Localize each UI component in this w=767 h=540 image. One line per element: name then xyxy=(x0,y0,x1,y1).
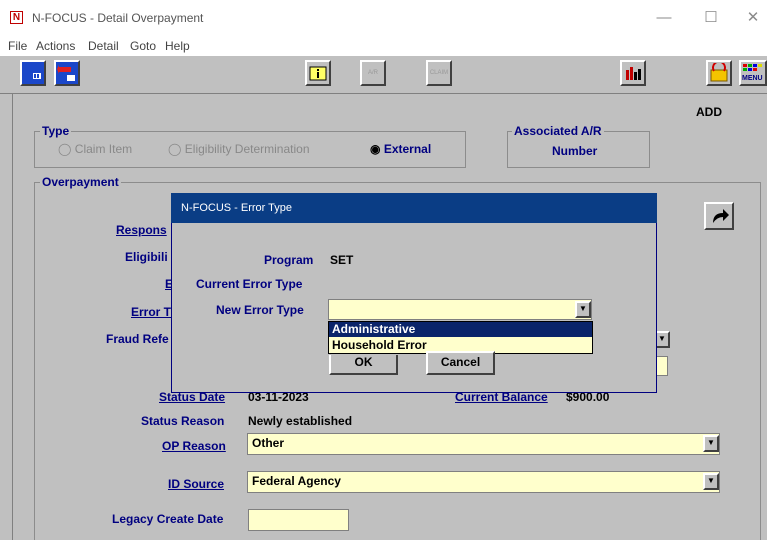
op-reason-label[interactable]: OP Reason xyxy=(162,439,226,453)
status-reason-label: Status Reason xyxy=(141,414,225,428)
fraud-referral-label: Fraud Refe xyxy=(106,332,169,346)
id-source-value: Federal Agency xyxy=(252,474,341,488)
radio-empty-icon: ◯ xyxy=(58,142,72,156)
associated-ar-title: Associated A/R xyxy=(512,124,604,138)
refresh-icon xyxy=(709,60,729,88)
responsible-label[interactable]: Respons xyxy=(116,223,167,237)
menu-help[interactable]: Help xyxy=(165,39,190,53)
menu-icon: MENU xyxy=(742,63,764,82)
info-icon xyxy=(309,64,327,87)
id-source-dropdown[interactable]: ▼ xyxy=(703,473,719,490)
new-error-type-dropdown[interactable]: ▼ xyxy=(575,301,591,318)
menu-button[interactable]: MENU xyxy=(739,60,767,86)
id-source-select[interactable]: Federal Agency xyxy=(247,471,720,493)
chart-button[interactable] xyxy=(620,60,646,86)
op-reason-value: Other xyxy=(252,436,285,450)
eligibility-label: Eligibili xyxy=(125,250,168,264)
ok-button[interactable]: OK xyxy=(329,355,398,375)
claim-icon: CLAIM xyxy=(429,70,449,76)
chart-icon xyxy=(624,64,642,87)
new-error-type-label: New Error Type xyxy=(216,303,304,317)
error-type-label[interactable]: Error T xyxy=(131,305,171,319)
id-source-label[interactable]: ID Source xyxy=(168,477,224,491)
chevron-down-icon: ▼ xyxy=(579,304,587,313)
program-value: SET xyxy=(330,253,354,267)
program-label: Program xyxy=(264,253,314,267)
radio-claim-item[interactable]: ◯ Claim Item xyxy=(58,142,132,156)
menu-goto[interactable]: Goto xyxy=(130,39,156,53)
forward-arrow-icon xyxy=(710,207,730,230)
exit-icon xyxy=(57,63,77,88)
overpayment-title: Overpayment xyxy=(40,175,121,189)
radio-empty-icon: ◯ xyxy=(168,142,182,156)
ar-button[interactable]: A/R xyxy=(360,60,386,86)
associated-ar-number: Number xyxy=(552,144,598,158)
cancel-button[interactable]: Cancel xyxy=(426,351,495,375)
new-error-type-select[interactable] xyxy=(328,299,592,320)
current-error-type-label: Current Error Type xyxy=(196,277,303,291)
menu-file[interactable]: File xyxy=(8,39,27,53)
forward-button[interactable] xyxy=(704,202,734,230)
type-group-title: Type xyxy=(40,124,72,138)
menu-actions[interactable]: Actions xyxy=(36,39,75,53)
claim-button[interactable]: CLAIM xyxy=(426,60,452,86)
menu-detail[interactable]: Detail xyxy=(88,39,119,53)
legacy-create-date-label: Legacy Create Date xyxy=(112,512,224,526)
refresh-button[interactable] xyxy=(706,60,732,86)
op-reason-select[interactable]: Other xyxy=(247,433,720,455)
dialog-title: N-FOCUS - Error Type xyxy=(171,193,657,223)
mode-indicator: ADD xyxy=(696,105,722,119)
status-reason-value: Newly established xyxy=(248,414,353,428)
op-reason-dropdown[interactable]: ▼ xyxy=(703,435,719,452)
save-icon xyxy=(25,65,41,79)
radio-selected-icon: ◉ xyxy=(370,142,381,156)
chevron-down-icon: ▼ xyxy=(707,438,715,447)
save-button[interactable] xyxy=(20,60,46,86)
maximize-button[interactable]: ☐ xyxy=(691,6,731,30)
chevron-down-icon: ▼ xyxy=(658,334,666,343)
ar-icon: A/R xyxy=(367,70,378,76)
exit-button[interactable] xyxy=(54,60,80,86)
radio-label: Eligibility Determination xyxy=(184,142,310,156)
chevron-down-icon: ▼ xyxy=(707,476,715,485)
radio-eligibility-determination[interactable]: ◯ Eligibility Determination xyxy=(168,142,310,156)
legacy-create-date-field[interactable] xyxy=(248,509,349,531)
nfocus-logo-icon: N xyxy=(10,11,23,24)
radio-label: Claim Item xyxy=(74,142,133,156)
radio-external[interactable]: ◉ External xyxy=(370,142,431,156)
radio-label: External xyxy=(383,142,432,156)
info-button[interactable] xyxy=(305,60,331,86)
window-title: N-FOCUS - Detail Overpayment xyxy=(32,11,204,25)
error-type-dialog xyxy=(171,193,657,393)
option-administrative[interactable]: Administrative xyxy=(329,322,592,337)
close-button[interactable]: ✕ xyxy=(733,6,767,30)
minimize-button[interactable]: — xyxy=(644,6,684,30)
